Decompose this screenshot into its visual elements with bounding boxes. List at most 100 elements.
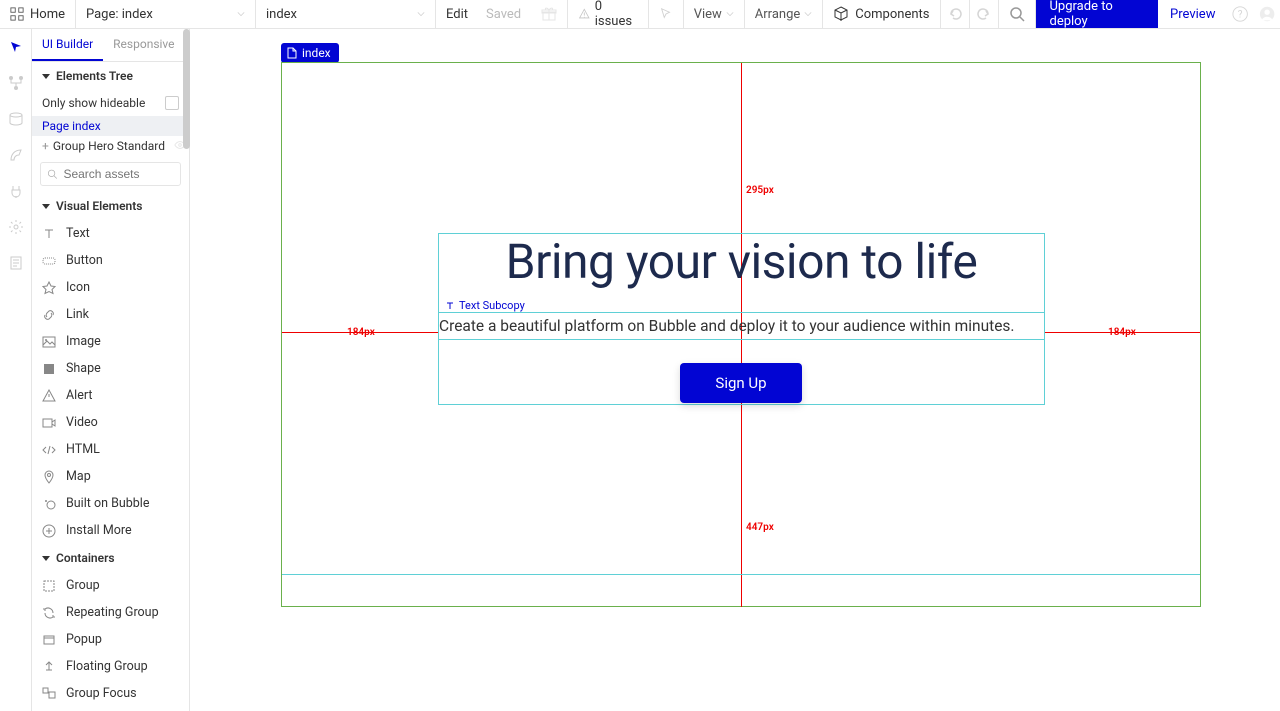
visual-elements-header[interactable]: Visual Elements	[32, 192, 189, 220]
redo-button[interactable]	[970, 0, 999, 28]
element-dropdown-label: index	[266, 7, 297, 22]
signup-label: Sign Up	[715, 374, 766, 392]
element-table[interactable]: TableBETA	[32, 707, 189, 711]
tab-ui-builder[interactable]: UI Builder	[32, 29, 103, 61]
button-icon	[42, 254, 56, 268]
user-avatar-icon[interactable]	[1259, 5, 1275, 23]
search-icon	[1009, 6, 1025, 22]
element-text[interactable]: Text	[32, 220, 189, 247]
components-button[interactable]: Components	[823, 0, 940, 28]
visual-elements-label: Visual Elements	[56, 199, 142, 213]
arrange-menu[interactable]: Arrange	[745, 0, 823, 28]
data-tab-icon[interactable]	[8, 111, 24, 127]
link-icon	[42, 308, 56, 322]
cube-icon	[833, 6, 849, 22]
text-icon	[445, 301, 455, 311]
element-group[interactable]: Group	[32, 572, 189, 599]
star-icon	[42, 281, 56, 295]
edit-label[interactable]: Edit	[446, 7, 468, 22]
element-built-on-bubble[interactable]: Built on Bubble	[32, 490, 189, 517]
design-tab-icon[interactable]	[8, 39, 24, 55]
redo-icon	[976, 6, 992, 22]
tree-page-index[interactable]: Page index	[32, 116, 189, 136]
element-shape[interactable]: Shape	[32, 355, 189, 382]
containers-header[interactable]: Containers	[32, 544, 189, 572]
element-alert[interactable]: Alert	[32, 382, 189, 409]
tree-group-hero[interactable]: +Group Hero Standard	[32, 136, 189, 156]
settings-tab-icon[interactable]	[8, 219, 24, 235]
gift-icon	[541, 6, 557, 22]
only-hideable-row: Only show hideable	[32, 90, 189, 116]
signup-button[interactable]: Sign Up	[680, 363, 802, 403]
workflow-tab-icon[interactable]	[8, 75, 24, 91]
gift-button[interactable]	[531, 0, 568, 28]
collapse-triangle-icon	[42, 204, 50, 209]
canvas[interactable]: index 295px 447px 184px 184px Bring your…	[190, 29, 1280, 711]
text-icon	[42, 227, 56, 241]
search-button[interactable]	[999, 0, 1036, 28]
hero-title[interactable]: Bring your vision to life	[439, 234, 1044, 289]
collapse-triangle-icon	[42, 556, 50, 561]
cursor-tool[interactable]	[649, 0, 684, 28]
pin-icon	[42, 470, 56, 484]
edit-status: Edit Saved	[436, 0, 531, 28]
elements-tree-header[interactable]: Elements Tree	[32, 62, 189, 90]
hero-subcopy[interactable]: Create a beautiful platform on Bubble an…	[439, 312, 1045, 340]
element-image[interactable]: Image	[32, 328, 189, 355]
element-dropdown[interactable]: index	[256, 0, 436, 28]
containers-label: Containers	[56, 551, 115, 565]
arrange-label: Arrange	[755, 7, 800, 22]
plugins-tab-icon[interactable]	[8, 183, 24, 199]
search-assets[interactable]	[40, 162, 181, 186]
chevron-down-icon	[726, 10, 734, 18]
upgrade-label: Upgrade to deploy	[1050, 0, 1145, 29]
components-label: Components	[855, 7, 929, 22]
tab-responsive[interactable]: Responsive	[103, 29, 184, 61]
chevron-down-icon	[804, 10, 812, 18]
element-group-focus[interactable]: Group Focus	[32, 680, 189, 707]
logs-tab-icon[interactable]	[8, 255, 24, 271]
measure-right: 184px	[1108, 327, 1136, 338]
only-hideable-label: Only show hideable	[42, 96, 145, 110]
group-icon	[42, 579, 56, 593]
element-button[interactable]: Button	[32, 247, 189, 274]
page-tag[interactable]: index	[281, 43, 339, 63]
element-map[interactable]: Map	[32, 463, 189, 490]
element-repeating-group[interactable]: Repeating Group	[32, 599, 189, 626]
focus-icon	[42, 687, 56, 701]
issues-button[interactable]: 0 issues	[568, 0, 649, 28]
elements-tree-label: Elements Tree	[56, 69, 133, 83]
shape-icon	[42, 362, 56, 376]
only-hideable-checkbox[interactable]	[165, 96, 179, 110]
warning-icon	[578, 7, 591, 21]
grid-icon	[10, 7, 24, 21]
bubble-icon	[42, 497, 56, 511]
subcopy-tag[interactable]: Text Subcopy	[443, 298, 527, 313]
styles-tab-icon[interactable]	[8, 147, 24, 163]
home-button[interactable]: Home	[0, 0, 76, 28]
subcopy-tag-label: Text Subcopy	[459, 299, 525, 312]
view-menu[interactable]: View	[684, 0, 745, 28]
element-html[interactable]: HTML	[32, 436, 189, 463]
element-link[interactable]: Link	[32, 301, 189, 328]
preview-link[interactable]: Preview	[1158, 7, 1227, 22]
element-popup[interactable]: Popup	[32, 626, 189, 653]
upgrade-button[interactable]: Upgrade to deploy	[1036, 0, 1159, 28]
undo-icon	[947, 6, 963, 22]
help-icon[interactable]: ?	[1232, 5, 1248, 23]
plus-circle-icon	[42, 524, 56, 538]
sidebar-scrollbar[interactable]	[183, 29, 190, 149]
measure-left: 184px	[347, 327, 375, 338]
measure-top: 295px	[746, 185, 774, 196]
view-label: View	[694, 7, 722, 22]
element-icon[interactable]: Icon	[32, 274, 189, 301]
element-floating-group[interactable]: Floating Group	[32, 653, 189, 680]
page-dropdown-label: Page: index	[86, 7, 153, 22]
page-tag-label: index	[302, 46, 331, 60]
page-dropdown[interactable]: Page: index	[76, 0, 256, 28]
undo-button[interactable]	[941, 0, 970, 28]
search-assets-input[interactable]	[63, 167, 174, 181]
alert-icon	[42, 389, 56, 403]
element-install-more[interactable]: Install More	[32, 517, 189, 544]
element-video[interactable]: Video	[32, 409, 189, 436]
